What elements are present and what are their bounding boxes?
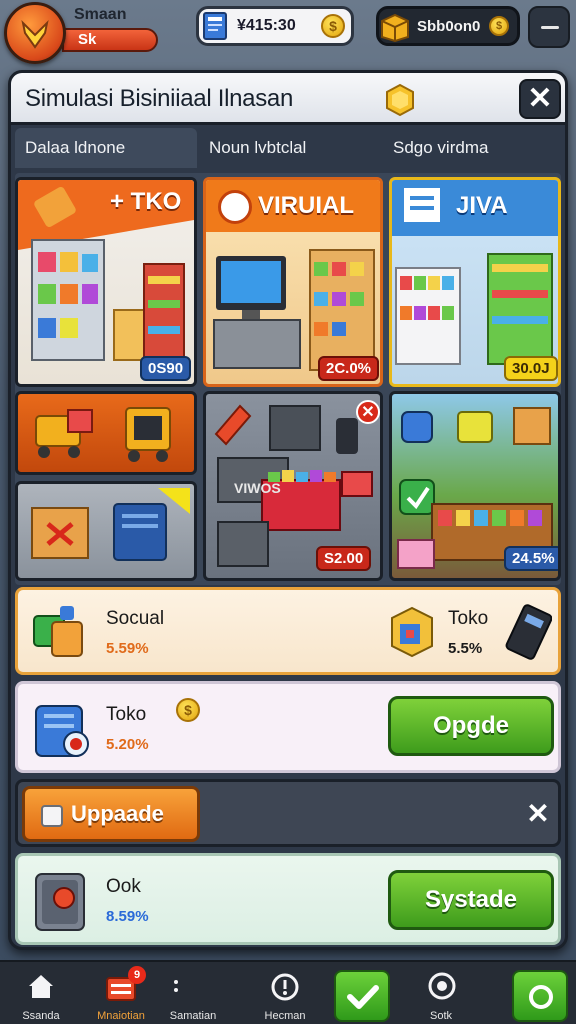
nav-label: Hecman — [264, 1010, 306, 1022]
business-row-ook[interactable]: Ook 8.59% Systade — [15, 853, 561, 945]
row-name: Toko — [106, 704, 147, 725]
card-label: + TKO — [110, 188, 182, 215]
nav-label: Ssanda — [22, 1010, 60, 1022]
tab-virtual[interactable]: Noun lvbtclal — [197, 128, 381, 168]
card-label: JIVA — [456, 192, 508, 219]
nav-item-simulation[interactable]: Samatian — [158, 962, 228, 1024]
player-name: Smaan — [74, 6, 127, 23]
power-icon — [428, 972, 456, 1000]
upgrade-button[interactable]: Systade — [388, 870, 554, 930]
upgrade-tab-label: Uppaade — [71, 801, 164, 826]
tab-online[interactable]: Dalaa ldnone — [15, 128, 197, 168]
check-icon — [347, 985, 379, 1009]
coin-icon: $ — [321, 14, 345, 38]
nav-item-shop[interactable]: 9 Mnaiotian — [86, 962, 156, 1024]
toko-box-icon — [391, 606, 433, 658]
menu-icon — [541, 26, 559, 29]
card-price: 24.5% — [504, 546, 558, 571]
shop-card-viwos[interactable]: ✕ VIWOS S2.00 — [203, 391, 383, 581]
nav-item-stock[interactable]: Sotk — [406, 962, 476, 1024]
bottom-nav: Ssanda 9 Mnaiotian Samatian Hecman Sotk — [0, 960, 576, 1024]
player-level: Sk — [62, 28, 158, 52]
row-name: Socual — [106, 608, 165, 629]
card-label: VIRUIAL — [258, 192, 354, 219]
safe-machine-icon — [35, 873, 85, 931]
virtual-logo-icon — [218, 190, 252, 224]
nav-item-alerts[interactable]: Hecman — [250, 962, 320, 1024]
coin-icon: $ — [176, 698, 200, 722]
row-percent: 8.59% — [106, 908, 149, 925]
circle-icon — [529, 985, 553, 1009]
row-percent: 5.59% — [106, 640, 149, 657]
category-tabs: Dalaa ldnone Noun lvbtclal Sdgo virdma — [15, 128, 561, 170]
menu-button[interactable] — [528, 6, 570, 48]
social-shop-icon — [33, 606, 83, 657]
upgrade-close-button[interactable]: ✕ — [518, 794, 558, 834]
shop-card-packages[interactable] — [15, 481, 197, 581]
box-icon — [41, 805, 63, 827]
player-avatar[interactable] — [4, 2, 66, 64]
gold-chest-icon — [381, 13, 409, 43]
atm-machine-icon — [35, 705, 89, 757]
shop-card-market[interactable]: 24.5% — [389, 391, 561, 581]
gold-value: Sbb0on0 — [417, 17, 481, 35]
gold-coin-icon: $ — [489, 16, 509, 36]
panel-title: Simulasi Bisiniiaal Ilnasan — [25, 85, 294, 112]
calculator-icon — [505, 604, 552, 660]
money-counter[interactable]: ¥415:30 $ — [196, 6, 354, 46]
nav-item-confirm[interactable] — [334, 970, 390, 1022]
badge-icon — [386, 83, 414, 117]
nav-item-action[interactable] — [512, 970, 568, 1022]
card-price: 2C.0% — [318, 356, 380, 381]
upgrade-button[interactable]: Opgde — [388, 696, 554, 756]
gold-counter[interactable]: Sbb0on0 $ — [376, 6, 520, 46]
tab-store[interactable]: Sdgo virdma — [381, 128, 561, 168]
business-panel: Simulasi Bisiniiaal Ilnasan ✕ Dalaa ldno… — [8, 70, 568, 950]
package-box-icon — [31, 488, 190, 561]
card-label: VIWOS — [234, 480, 281, 496]
delivery-cart-icon — [35, 407, 171, 462]
dots-icon — [174, 980, 178, 992]
card-price: 0S90 — [140, 356, 192, 381]
top-hud: Smaan Sk ¥415:30 $ Sbb0on0 $ — [0, 0, 576, 64]
row-right-percent: 5.5% — [448, 640, 483, 657]
nav-label: Sotk — [429, 1010, 452, 1022]
remove-icon[interactable]: ✕ — [356, 400, 380, 424]
nav-label: Mnaiotian — [97, 1010, 145, 1022]
notification-badge: 9 — [128, 966, 146, 984]
ledger-icon — [203, 12, 227, 40]
business-row-toko[interactable]: Toko $ 5.20% Opgde — [15, 681, 561, 773]
home-icon — [29, 975, 53, 998]
upgrade-bar: Uppaade ✕ — [15, 779, 561, 847]
panel-close-button[interactable]: ✕ — [519, 79, 561, 119]
row-name: Ook — [106, 876, 141, 897]
row-percent: 5.20% — [106, 736, 149, 753]
card-price: S2.00 — [316, 546, 372, 571]
money-value: ¥415:30 — [237, 17, 296, 34]
shop-card-virtual[interactable]: VIRUIAL 2C.0% — [203, 177, 383, 387]
avatar-emblem-icon — [21, 19, 49, 49]
card-price: 30.0J — [504, 356, 558, 381]
business-row-social[interactable]: Socual 5.59% Toko 5.5% — [15, 587, 561, 675]
panel-header: Simulasi Bisiniiaal Ilnasan ✕ — [11, 73, 565, 125]
shop-card-jiva[interactable]: JIVA 30.0J — [389, 177, 561, 387]
alert-icon — [271, 973, 299, 1001]
nav-label: Samatian — [169, 1010, 217, 1022]
upgrade-tab-button[interactable]: Uppaade — [22, 786, 200, 842]
shop-card-delivery[interactable] — [15, 391, 197, 475]
row-right-name: Toko — [448, 608, 489, 629]
nav-item-home[interactable]: Ssanda — [6, 962, 76, 1024]
shop-card-tko[interactable]: + TKO 0S90 — [15, 177, 197, 387]
